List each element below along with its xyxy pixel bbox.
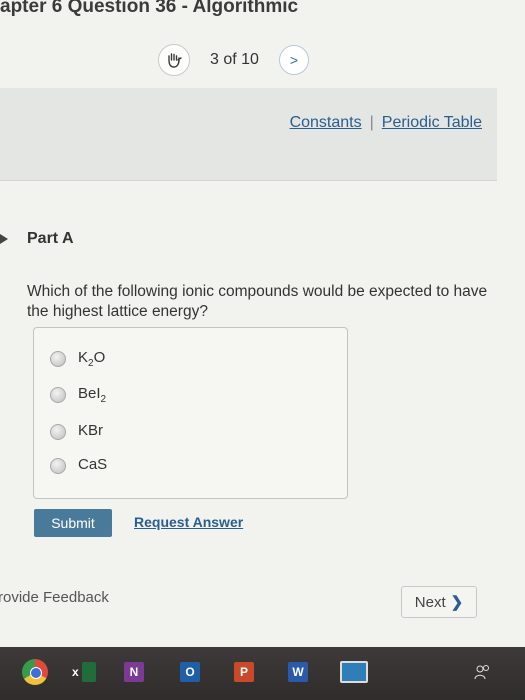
hint-hand-icon[interactable] xyxy=(158,44,190,76)
next-question-button[interactable]: > xyxy=(278,45,309,75)
provide-feedback-link[interactable]: rovide Feedback xyxy=(0,589,109,606)
option-cas[interactable]: CaS xyxy=(50,455,107,477)
question-text: Which of the following ionic compounds w… xyxy=(27,283,488,320)
request-answer-link[interactable]: Request Answer xyxy=(134,514,243,530)
radio-button[interactable] xyxy=(50,458,66,474)
resource-links: Constants | Periodic Table xyxy=(290,114,482,132)
chevron-right-icon: ❯ xyxy=(450,594,464,611)
option-label: KBr xyxy=(78,422,104,439)
option-label: BeI2 xyxy=(78,385,107,405)
people-icon[interactable] xyxy=(474,659,492,685)
option-label: CaS xyxy=(78,456,108,473)
submit-button[interactable]: Submit xyxy=(34,509,112,537)
radio-button[interactable] xyxy=(50,387,66,403)
radio-button[interactable] xyxy=(50,351,66,367)
option-kbr[interactable]: KBr xyxy=(50,421,103,443)
resources-band xyxy=(0,88,497,181)
page-title: apter 6 Question 36 - Algorithmic xyxy=(0,0,299,17)
powerpoint-icon[interactable]: P xyxy=(234,659,254,685)
chrome-icon[interactable] xyxy=(22,659,48,685)
option-k2o[interactable]: K2O xyxy=(50,348,105,370)
monitor-icon[interactable] xyxy=(340,659,368,685)
onenote-icon[interactable]: N xyxy=(124,659,144,685)
word-icon[interactable]: W xyxy=(288,659,308,685)
question-navigation: 3 of 10 > xyxy=(158,44,309,76)
question-counter: 3 of 10 xyxy=(210,51,259,68)
option-bei2[interactable]: BeI2 xyxy=(50,384,106,406)
link-separator: | xyxy=(369,114,374,131)
option-label: K2O xyxy=(78,349,106,369)
answer-options: K2O BeI2 KBr CaS xyxy=(33,327,348,499)
constants-link[interactable]: Constants xyxy=(290,114,362,131)
outlook-icon[interactable]: O xyxy=(180,659,200,685)
chevron-right-icon: > xyxy=(289,52,299,68)
radio-button[interactable] xyxy=(50,424,66,440)
taskbar: x N O P W xyxy=(0,647,525,700)
periodic-table-link[interactable]: Periodic Table xyxy=(382,114,482,131)
next-label: Next xyxy=(414,593,446,611)
part-collapse-icon[interactable] xyxy=(0,234,8,244)
next-button[interactable]: Next ❯ xyxy=(401,586,477,618)
part-title: Part A xyxy=(27,230,74,247)
excel-icon[interactable]: x xyxy=(72,659,96,685)
